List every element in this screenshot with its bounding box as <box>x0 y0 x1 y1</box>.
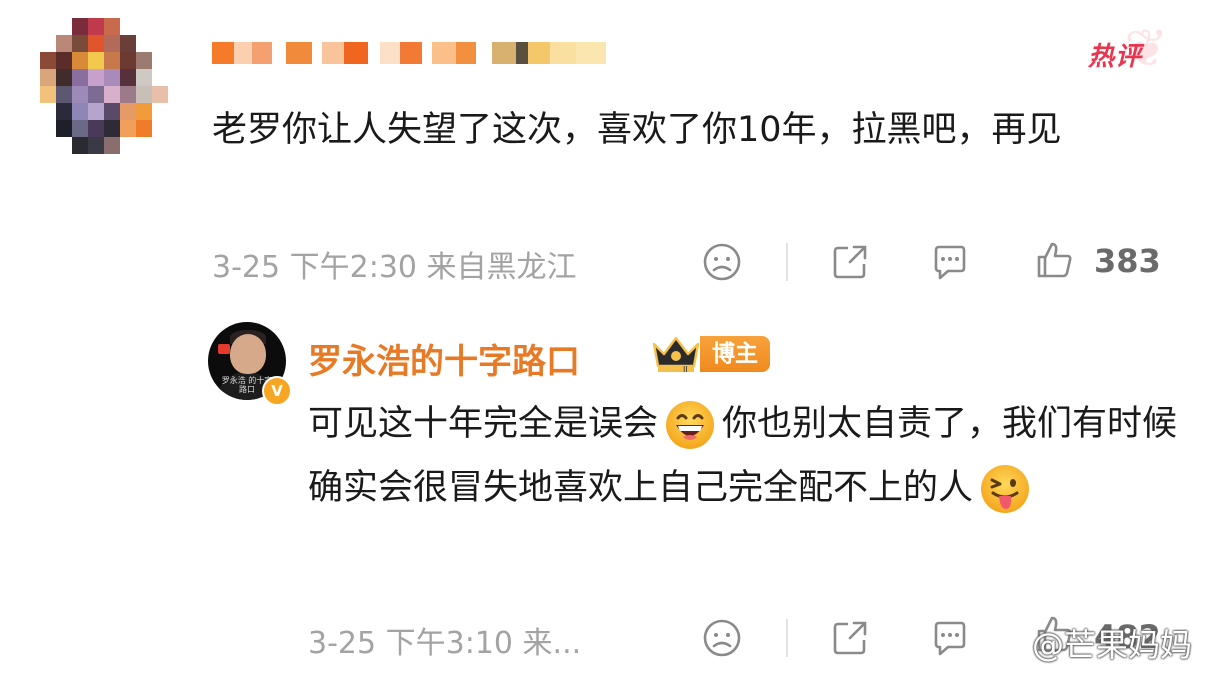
comment-meta: 3-25 下午2:30 来自黑龙江 <box>212 242 577 286</box>
share-icon[interactable] <box>830 242 870 282</box>
hot-comment-badge: ❦ 热评 <box>1088 19 1168 79</box>
comment-icon[interactable] <box>930 242 970 282</box>
logo-mark <box>218 344 230 354</box>
sad-face-icon[interactable] <box>702 242 742 282</box>
reply-meta: 3-25 下午3:10 来... <box>308 618 581 662</box>
laughing-emoji-icon <box>664 399 716 451</box>
commenter-avatar[interactable] <box>40 18 168 154</box>
reply-location: 来... <box>522 626 582 661</box>
tongue-wink-emoji-icon <box>979 463 1031 515</box>
svg-text:II: II <box>683 365 688 374</box>
share-icon[interactable] <box>830 618 870 658</box>
reply-text: 可见这十年完全是误会 你也别太自责了，我们有时候确实会很冒失地喜欢上自己完全配不… <box>308 392 1188 520</box>
thumbs-up-icon[interactable] <box>1034 240 1074 280</box>
comment-location: 来自黑龙江 <box>426 250 577 285</box>
divider <box>786 619 788 657</box>
divider <box>786 243 788 281</box>
blogger-badge: 博主 <box>700 336 770 372</box>
like-count: 383 <box>1094 242 1161 280</box>
verified-icon: V <box>262 376 292 406</box>
reply-time: 3-25 下午3:10 <box>308 626 513 661</box>
comment-icon[interactable] <box>930 618 970 658</box>
commenter-username[interactable] <box>212 36 606 70</box>
comment-text: 老罗你让人失望了这次，喜欢了你10年，拉黑吧，再见 <box>212 110 1062 150</box>
sad-face-icon[interactable] <box>702 618 742 658</box>
watermark: @芒果妈妈 <box>1032 626 1193 664</box>
crown-icon: II <box>650 332 702 374</box>
comment-time: 3-25 下午2:30 <box>212 250 417 285</box>
author-name[interactable]: 罗永浩的十字路口 <box>308 334 580 383</box>
